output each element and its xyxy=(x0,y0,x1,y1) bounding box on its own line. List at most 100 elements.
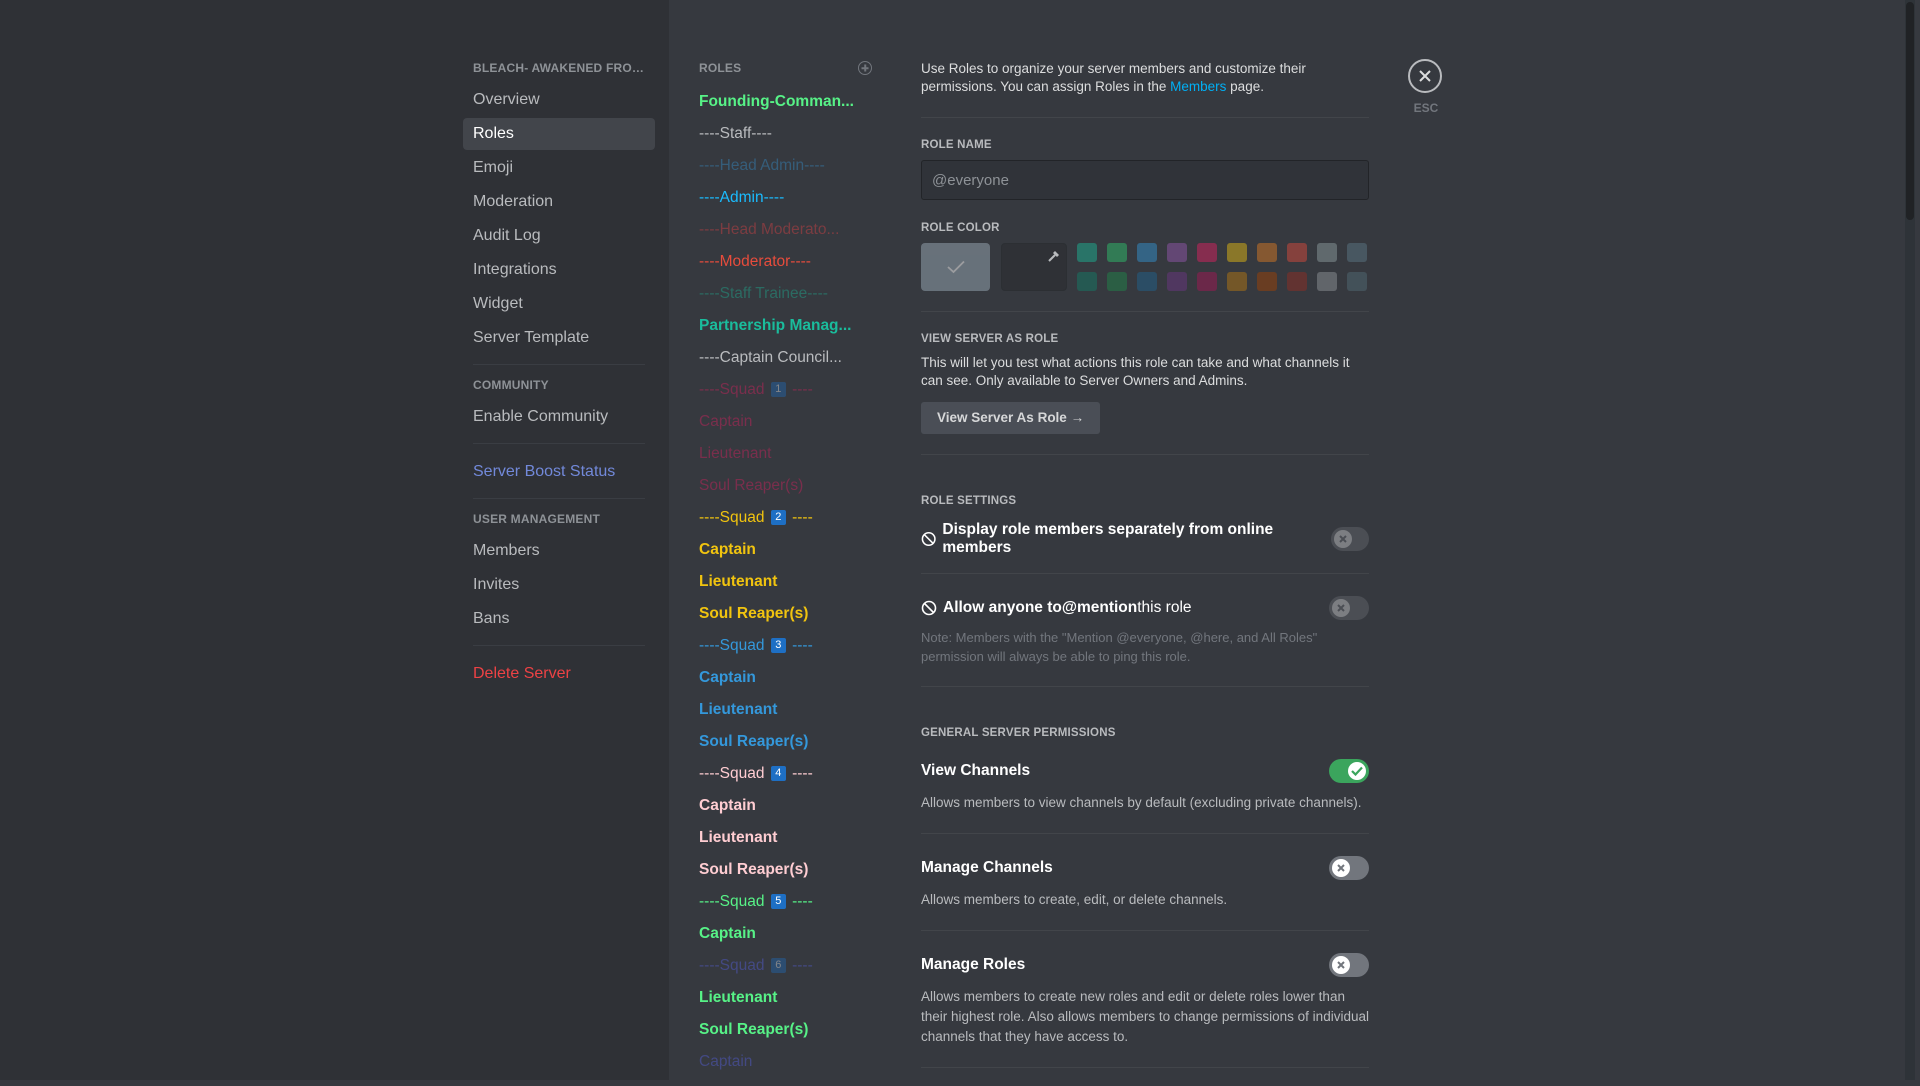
role-item[interactable]: ----Admin---- xyxy=(680,182,874,214)
color-swatch[interactable] xyxy=(1107,243,1127,262)
color-swatch[interactable] xyxy=(1287,272,1307,291)
role-item[interactable]: ----Squad 1 ---- xyxy=(680,374,874,406)
x-icon xyxy=(1337,864,1345,872)
permission-toggle[interactable] xyxy=(1329,759,1369,783)
sidebar-item-enable-community[interactable]: Enable Community xyxy=(463,401,655,433)
sidebar-item-roles[interactable]: Roles xyxy=(463,118,655,150)
display-separately-title: Display role members separately from onl… xyxy=(921,521,1331,557)
role-item[interactable]: Partnership Manag... xyxy=(680,310,874,342)
number-badge-icon: 5 xyxy=(770,894,786,910)
role-item[interactable]: Lieutenant xyxy=(680,694,874,726)
sidebar-item-members[interactable]: Members xyxy=(463,535,655,567)
close-button[interactable] xyxy=(1408,59,1442,93)
role-label-post: ---- xyxy=(787,765,813,782)
community-header: COMMUNITY xyxy=(473,378,549,392)
role-item[interactable]: Soul Reaper(s) xyxy=(680,470,874,502)
color-swatch[interactable] xyxy=(1137,272,1157,291)
role-item[interactable]: Soul Reaper(s) xyxy=(680,726,874,758)
color-swatch[interactable] xyxy=(1317,243,1337,262)
color-swatch-grid xyxy=(1077,243,1367,291)
role-label-post: ---- xyxy=(787,637,813,654)
role-item[interactable]: ----Head Admin---- xyxy=(680,150,874,182)
role-item[interactable]: Captain xyxy=(680,918,874,950)
x-icon xyxy=(1338,535,1347,543)
default-color-swatch[interactable] xyxy=(921,243,990,291)
color-swatch[interactable] xyxy=(1167,272,1187,291)
view-as-role-label: VIEW SERVER AS ROLE xyxy=(921,333,1059,345)
permission-toggle[interactable] xyxy=(1329,953,1369,977)
color-swatch[interactable] xyxy=(1107,272,1127,291)
view-server-as-role-button[interactable]: View Server As Role → xyxy=(921,402,1101,434)
role-item[interactable]: Soul Reaper(s) xyxy=(680,854,874,886)
sidebar-item-audit-log[interactable]: Audit Log xyxy=(463,220,655,252)
sidebar-item-server-template[interactable]: Server Template xyxy=(463,322,655,354)
role-item[interactable]: Soul Reaper(s) xyxy=(680,598,874,630)
role-item[interactable]: Lieutenant xyxy=(680,566,874,598)
roles-list: ROLES Founding-Comman... ----Staff---- ---… xyxy=(680,60,880,1078)
color-swatch[interactable] xyxy=(1077,243,1097,262)
role-item[interactable]: Lieutenant xyxy=(680,822,874,854)
sidebar-item-widget[interactable]: Widget xyxy=(463,288,655,320)
role-settings-label: ROLE SETTINGS xyxy=(921,495,1017,507)
role-item[interactable]: Lieutenant xyxy=(680,982,874,1014)
role-item[interactable]: Soul Reaper(s) xyxy=(680,1014,874,1046)
display-separately-toggle[interactable] xyxy=(1330,527,1369,551)
sidebar-item-invites[interactable]: Invites xyxy=(463,569,655,601)
role-item[interactable]: ----Squad 6 ---- xyxy=(680,950,874,982)
sidebar-item-bans[interactable]: Bans xyxy=(463,603,655,635)
role-item[interactable]: Captain xyxy=(680,534,874,566)
mention-note: Note: Members with the "Mention @everyon… xyxy=(921,630,1318,664)
color-swatch[interactable] xyxy=(1257,243,1277,262)
scrollbar-thumb[interactable] xyxy=(1906,2,1914,220)
color-swatch[interactable] xyxy=(1167,243,1187,262)
role-item[interactable]: ----Squad 4 ---- xyxy=(680,758,874,790)
close-icon xyxy=(1419,70,1431,82)
role-item[interactable]: ----Head Moderato... xyxy=(680,214,874,246)
sidebar-item-emoji[interactable]: Emoji xyxy=(463,152,655,184)
color-swatch[interactable] xyxy=(1257,272,1277,291)
role-item[interactable]: ----Staff---- xyxy=(680,118,874,150)
role-item[interactable]: ----Moderator---- xyxy=(680,246,874,278)
color-swatch[interactable] xyxy=(1287,243,1307,262)
allow-mention-bold: @mention xyxy=(1061,599,1138,616)
color-swatch[interactable] xyxy=(1317,272,1337,291)
members-link[interactable]: Members xyxy=(1170,79,1226,94)
role-item[interactable]: Founding-Comman... xyxy=(680,86,874,118)
custom-color-swatch[interactable] xyxy=(1001,243,1067,291)
color-swatch[interactable] xyxy=(1137,243,1157,262)
permission-toggle[interactable] xyxy=(1329,856,1369,880)
color-swatch[interactable] xyxy=(1227,243,1247,262)
allow-mention-toggle[interactable] xyxy=(1329,596,1369,620)
role-name-input[interactable]: @everyone xyxy=(921,160,1369,200)
role-item[interactable]: ----Staff Trainee---- xyxy=(680,278,874,310)
number-badge-icon: 1 xyxy=(770,382,786,398)
role-item[interactable]: ----Squad 3 ---- xyxy=(680,630,874,662)
user-management-header: USER MANAGEMENT xyxy=(473,512,601,526)
role-item[interactable]: Captain xyxy=(680,1046,874,1078)
color-swatch[interactable] xyxy=(1197,272,1217,291)
role-item[interactable]: Captain xyxy=(680,790,874,822)
color-swatch[interactable] xyxy=(1197,243,1217,262)
sidebar-item-overview[interactable]: Overview xyxy=(463,84,655,116)
esc-label: ESC xyxy=(1413,101,1439,115)
role-item[interactable]: Lieutenant xyxy=(680,438,874,470)
sidebar-item-server-boost-status[interactable]: Server Boost Status xyxy=(463,456,655,488)
color-swatch[interactable] xyxy=(1227,272,1247,291)
allow-mention-title: Allow anyone to @mention this role xyxy=(921,599,1192,617)
color-swatch[interactable] xyxy=(1077,272,1097,291)
blocked-icon xyxy=(921,600,937,616)
sidebar-item-integrations[interactable]: Integrations xyxy=(463,254,655,286)
role-item[interactable]: ----Squad 5 ---- xyxy=(680,886,874,918)
permission-row: Manage Roles xyxy=(921,949,1369,981)
check-icon xyxy=(1351,766,1363,776)
add-role-icon[interactable] xyxy=(858,61,872,75)
role-item[interactable]: ----Captain Council... xyxy=(680,342,874,374)
sidebar-item-moderation[interactable]: Moderation xyxy=(463,186,655,218)
delete-server-button[interactable]: Delete Server xyxy=(463,658,655,690)
color-swatch[interactable] xyxy=(1347,272,1367,291)
color-swatch[interactable] xyxy=(1347,243,1367,262)
role-item[interactable]: Captain xyxy=(680,406,874,438)
role-item[interactable]: Captain xyxy=(680,662,874,694)
role-item[interactable]: ----Squad 2 ---- xyxy=(680,502,874,534)
server-name-header: BLEACH- AWAKENED FRONTI... xyxy=(473,61,655,75)
